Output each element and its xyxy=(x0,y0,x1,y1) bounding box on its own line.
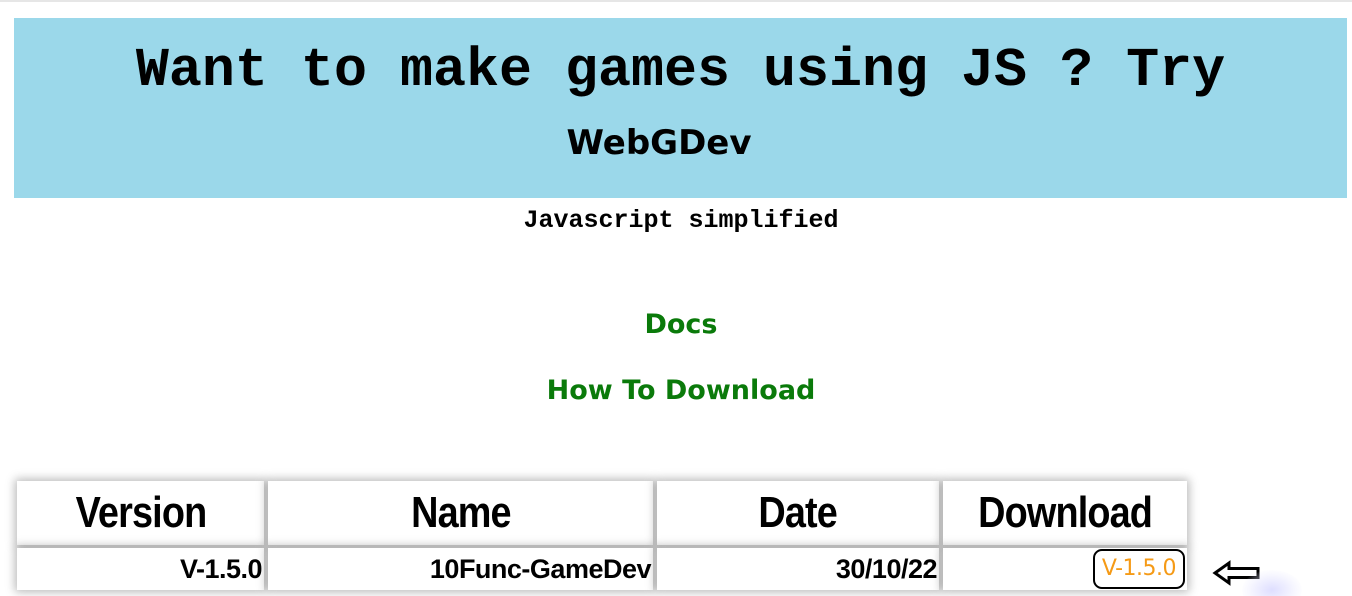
header-date-label: Date xyxy=(758,488,838,537)
header-name: Name xyxy=(268,481,653,545)
table-header-row: Version Name Date Download xyxy=(17,481,1187,545)
cell-name: 10Func-GameDev xyxy=(268,548,653,590)
cell-date: 30/10/22 xyxy=(657,548,939,590)
tagline: Javascript simplified xyxy=(523,206,839,235)
header-download: Download xyxy=(943,481,1187,545)
header-name-label: Name xyxy=(410,488,511,537)
how-to-download-link[interactable]: How To Download xyxy=(0,373,1352,409)
versions-table: Version Name Date Download V-1.5.0 10Fun… xyxy=(13,481,1191,590)
docs-link[interactable]: Docs xyxy=(0,307,1352,343)
cell-download: V-1.5.0 xyxy=(943,548,1187,590)
table-row: V-1.5.0 10Func-GameDev 30/10/22 V-1.5.0 xyxy=(17,548,1187,590)
hero-banner: Want to make games using JS ? Try WebGDe… xyxy=(14,18,1347,198)
header-date: Date xyxy=(657,481,939,545)
header-download-label: Download xyxy=(978,488,1153,537)
hero-headline: Want to make games using JS ? Try xyxy=(135,39,1226,102)
download-version-link[interactable]: V-1.5.0 xyxy=(1092,549,1185,589)
hero-brand-name: WebGDev xyxy=(566,123,752,163)
cell-version: V-1.5.0 xyxy=(17,548,264,590)
header-version-label: Version xyxy=(75,488,207,537)
top-divider xyxy=(0,0,1352,2)
header-version: Version xyxy=(17,481,264,545)
